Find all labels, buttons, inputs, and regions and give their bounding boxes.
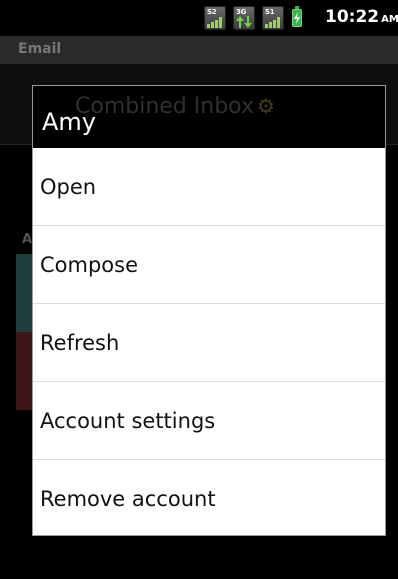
account-color-strip-teal [16, 254, 32, 332]
account-color-strip-red [16, 332, 32, 410]
menu-header-ghost-icon: ⚙ [257, 94, 275, 118]
menu-title: Amy [42, 108, 96, 136]
menu-header-ghost-text: Combined Inbox [75, 94, 254, 119]
status-bar: S2 3G S1 10:22 AM [0, 0, 398, 36]
signal-s2-icon: S2 [204, 6, 226, 30]
status-clock: 10:22 AM [325, 7, 398, 27]
signal-s1-tag: S1 [265, 8, 275, 16]
email-title-bar: Email [0, 36, 398, 64]
status-time-ampm: AM [381, 14, 398, 25]
menu-item-account-settings[interactable]: Account settings [33, 382, 385, 460]
menu-item-remove-account[interactable]: Remove account [33, 460, 385, 535]
menu-item-refresh[interactable]: Refresh [33, 304, 385, 382]
phone-screen: S2 3G S1 10:22 AM Email A Combined Inbox… [0, 0, 398, 579]
data-3g-tag: 3G [236, 8, 247, 16]
status-time-value: 10:22 [325, 7, 380, 27]
email-app-title: Email [18, 41, 62, 57]
signal-s1-icon: S1 [262, 6, 284, 30]
account-list-letter: A [22, 232, 33, 247]
account-context-menu: Combined Inbox ⚙ Amy Open Compose Refres… [32, 85, 386, 536]
menu-items-list: Open Compose Refresh Account settings Re… [33, 148, 385, 535]
data-3g-icon: 3G [233, 6, 255, 30]
menu-item-open[interactable]: Open [33, 148, 385, 226]
battery-charging-icon [292, 6, 302, 27]
menu-item-compose[interactable]: Compose [33, 226, 385, 304]
signal-s2-tag: S2 [207, 8, 217, 16]
menu-header: Combined Inbox ⚙ Amy [33, 86, 385, 148]
